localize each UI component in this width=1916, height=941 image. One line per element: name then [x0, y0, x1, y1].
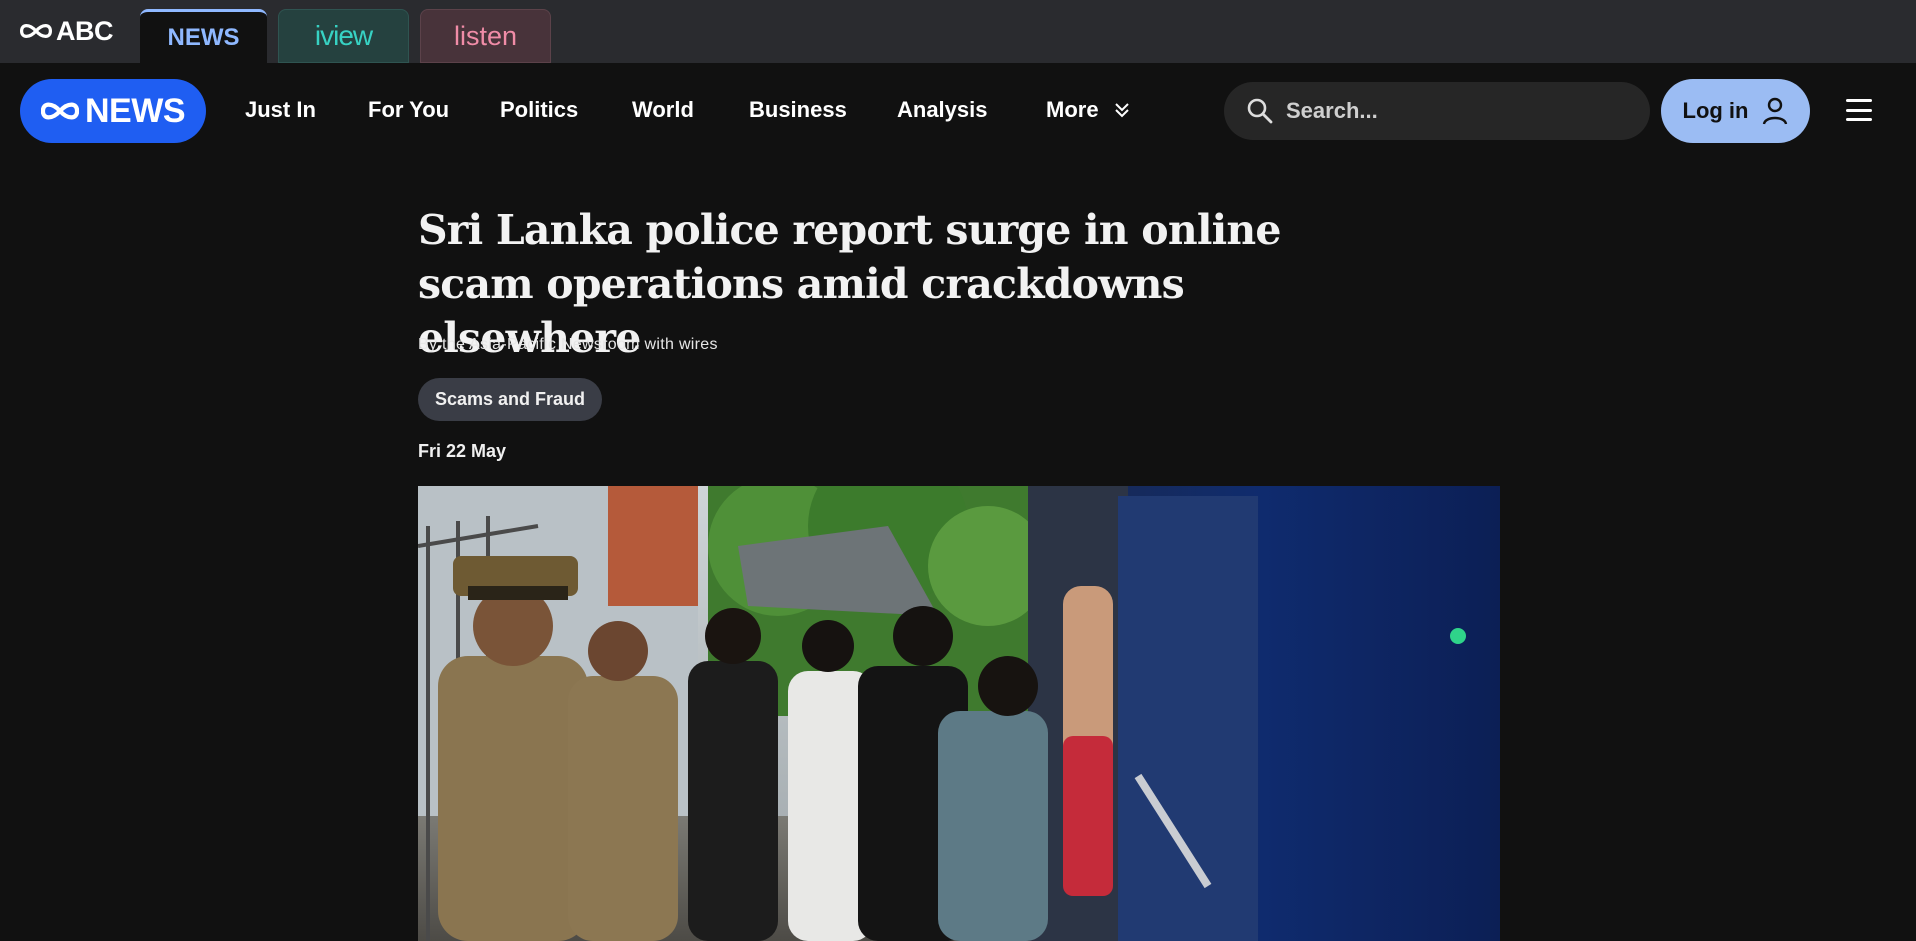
hamburger-menu-icon[interactable]: [1846, 99, 1872, 121]
login-button[interactable]: Log in: [1661, 79, 1810, 143]
news-logo[interactable]: NEWS: [20, 79, 206, 143]
news-logo-text: NEWS: [85, 91, 186, 130]
nav-link-for-you[interactable]: For You: [368, 97, 449, 123]
nav-link-world[interactable]: World: [632, 97, 694, 123]
abc-logo-icon: [20, 24, 52, 38]
nav-link-politics[interactable]: Politics: [500, 97, 578, 123]
search-box[interactable]: [1224, 82, 1650, 140]
nav-link-business[interactable]: Business: [749, 97, 847, 123]
main-nav: NEWS Just In For You Politics World Busi…: [0, 63, 1916, 159]
search-icon: [1247, 98, 1273, 124]
nav-more-button[interactable]: More: [1046, 97, 1131, 123]
login-label: Log in: [1682, 98, 1749, 123]
tab-iview[interactable]: iview: [278, 9, 409, 63]
article-date: Fri 22 May: [418, 441, 507, 461]
tab-news[interactable]: NEWS: [140, 9, 267, 63]
hero-image: [418, 486, 1500, 941]
article-byline: By the Asia-Pacific Newsroom with wires: [418, 336, 718, 353]
nav-more-label: More: [1046, 97, 1099, 122]
search-input[interactable]: [1286, 98, 1616, 124]
abc-logo[interactable]: ABC: [20, 15, 114, 46]
abc-logo-text: ABC: [56, 15, 114, 46]
topic-tag[interactable]: Scams and Fraud: [418, 378, 603, 421]
tab-listen[interactable]: listen: [420, 9, 551, 63]
abc-logo-icon: [41, 102, 79, 120]
nav-link-just-in[interactable]: Just In: [245, 97, 316, 123]
network-bar: ABC NEWS iview listen: [0, 0, 1916, 63]
nav-link-analysis[interactable]: Analysis: [897, 97, 988, 123]
double-chevron-down-icon: [1114, 103, 1129, 118]
user-icon: [1763, 97, 1788, 125]
